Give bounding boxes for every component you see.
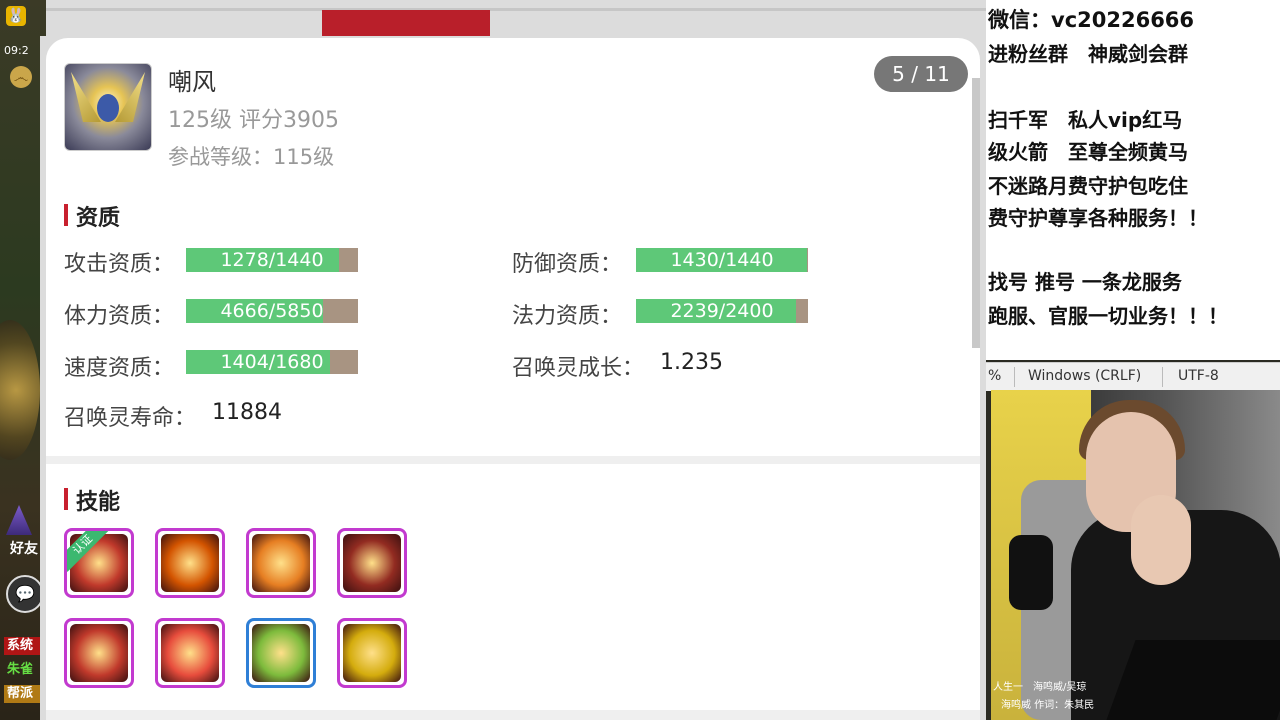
friend-label[interactable]: 好友 — [10, 538, 38, 558]
defense-value: 1430/1440 — [670, 249, 774, 271]
microphone-icon — [1009, 535, 1053, 610]
status-encoding[interactable]: UTF-8 — [1178, 368, 1219, 384]
pet-battle-level: 参战等级：115级 — [168, 145, 335, 169]
wizard-hat-icon[interactable] — [6, 505, 32, 535]
stream-promo-overlay: 微信：vc20226666 进粉丝群 神威剑会群 扫千军 私人vip红马 级火箭… — [986, 0, 1280, 360]
skill-2-icon[interactable] — [155, 528, 225, 598]
attack-bar: 1278/1440 — [186, 248, 358, 272]
pet-name: 嘲风 — [168, 68, 216, 96]
game-scene-orb — [0, 320, 40, 460]
page-indicator[interactable]: 5 / 11 — [874, 56, 968, 92]
song-credit-line-2: 海鸣威 作词：朱其民 — [1001, 700, 1095, 711]
avatar-wing-left — [71, 72, 101, 122]
magic-bar: 2239/2400 — [636, 299, 808, 323]
top-tab-strip — [46, 0, 986, 36]
scrollbar[interactable] — [972, 78, 980, 348]
bottom-divider — [46, 710, 980, 720]
game-logo-icon: 🐰 — [6, 6, 26, 26]
active-tab-indicator[interactable] — [322, 10, 490, 36]
skill-4-art — [343, 534, 401, 592]
attack-label: 攻击资质： — [64, 252, 175, 277]
lifespan-value: 11884 — [212, 400, 282, 425]
skill-5-icon[interactable] — [64, 618, 134, 688]
skill-6-icon[interactable] — [155, 618, 225, 688]
section-divider — [46, 456, 980, 464]
skill-6-art — [161, 624, 219, 682]
attack-value: 1278/1440 — [220, 249, 324, 271]
magic-value: 2239/2400 — [670, 300, 774, 322]
stamina-value: 4666/5850 — [220, 300, 324, 322]
status-line-ending[interactable]: Windows (CRLF) — [1028, 368, 1141, 384]
stamina-bar: 4666/5850 — [186, 299, 358, 323]
promo-line-4: 级火箭 至尊全频黄马 — [988, 140, 1188, 164]
speed-bar: 1404/1680 — [186, 350, 358, 374]
defense-label: 防御资质： — [512, 252, 623, 277]
lifespan-label: 召唤灵寿命： — [64, 406, 197, 431]
growth-value: 1.235 — [660, 350, 723, 375]
promo-line-2: 进粉丝群 神威剑会群 — [988, 42, 1188, 66]
magic-label: 法力资质： — [512, 304, 623, 329]
skill-4-icon[interactable] — [337, 528, 407, 598]
webcam-feed: 人生一 海鸣威/吴琼 海鸣威 作词：朱其民 — [991, 390, 1280, 720]
skill-1-icon[interactable]: 认证 — [64, 528, 134, 598]
stamina-label: 体力资质： — [64, 304, 175, 329]
promo-line-6: 费守护尊享各种服务！！ — [988, 206, 1208, 230]
top-divider-line — [46, 8, 986, 11]
song-credit-line-1: 人生一 海鸣威/吴琼 — [993, 682, 1087, 693]
growth-label: 召唤灵成长： — [512, 356, 645, 381]
aptitude-section-title: 资质 — [64, 200, 120, 232]
status-separator — [1162, 367, 1163, 387]
cam-streamer-hand — [1131, 495, 1191, 585]
skill-7-art — [252, 624, 310, 682]
pet-detail-panel: 嘲风 125级 评分3905 参战等级：115级 5 / 11 资质 攻击资质：… — [46, 38, 980, 720]
skill-5-art — [70, 624, 128, 682]
skill-8-art — [343, 624, 401, 682]
avatar-face — [97, 94, 119, 122]
pet-level-score: 125级 评分3905 — [168, 108, 339, 133]
game-clock: 09:2 — [4, 44, 29, 57]
speed-value: 1404/1680 — [220, 351, 324, 373]
status-separator — [1014, 367, 1015, 387]
defense-bar: 1430/1440 — [636, 248, 808, 272]
promo-line-7: 找号 推号 一条龙服务 — [988, 270, 1182, 294]
skill-8-icon[interactable] — [337, 618, 407, 688]
chat-bubble-icon[interactable]: 💬 — [6, 575, 44, 613]
swirl-icon[interactable]: ෴ — [10, 66, 32, 88]
skill-3-icon[interactable] — [246, 528, 316, 598]
promo-line-3: 扫千军 私人vip红马 — [988, 108, 1183, 132]
avatar-wing-right — [115, 72, 145, 122]
promo-line-8: 跑服、官服一切业务！！！ — [988, 304, 1228, 328]
status-percent: % — [988, 368, 1002, 384]
speed-label: 速度资质： — [64, 356, 175, 381]
skill-7-icon[interactable] — [246, 618, 316, 688]
cam-keyboard — [1106, 640, 1280, 720]
skill-2-art — [161, 534, 219, 592]
skills-section-title: 技能 — [64, 484, 120, 516]
editor-status-bar: % Windows (CRLF) UTF-8 — [986, 362, 1280, 391]
promo-line-1: 微信：vc20226666 — [988, 8, 1195, 32]
promo-line-5: 不迷路月费守护包吃住 — [988, 174, 1188, 198]
pet-avatar — [64, 63, 152, 151]
skill-3-art — [252, 534, 310, 592]
